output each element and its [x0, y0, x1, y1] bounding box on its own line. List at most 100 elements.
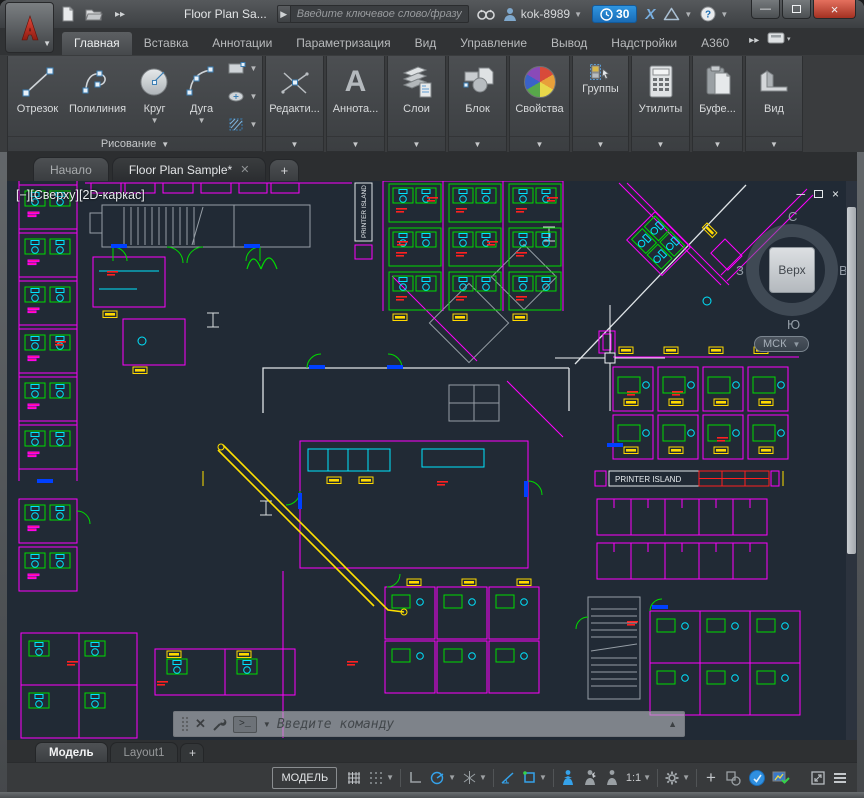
- layers-panel-caret[interactable]: ▼: [388, 136, 445, 151]
- exchange-apps-icon[interactable]: X: [645, 6, 655, 23]
- isodraft-caret-icon[interactable]: ▼: [479, 773, 487, 782]
- new-tab-button[interactable]: +: [269, 159, 299, 181]
- minimize-button[interactable]: —: [751, 0, 780, 19]
- selection-cycling-toggle[interactable]: [722, 767, 745, 789]
- close-button[interactable]: ×: [813, 0, 856, 19]
- command-history-toggle[interactable]: ▲: [668, 719, 677, 729]
- customize-wrench-icon[interactable]: [212, 717, 227, 732]
- search-binoculars-icon[interactable]: [477, 7, 495, 21]
- clipboard-panel-caret[interactable]: ▼: [693, 136, 742, 151]
- isolate-objects-button[interactable]: +: [700, 767, 722, 789]
- tab-home[interactable]: Главная: [62, 32, 132, 55]
- username-label[interactable]: kok-8989: [521, 7, 570, 21]
- fullscreen-button[interactable]: [807, 767, 829, 789]
- annotation-button[interactable]: A Аннота...: [328, 58, 383, 136]
- trial-days-badge[interactable]: 30: [592, 5, 637, 23]
- snap-mode-toggle[interactable]: ▼: [365, 767, 397, 789]
- command-close-icon[interactable]: ✕: [195, 716, 206, 732]
- autoscale-toggle[interactable]: [579, 767, 601, 789]
- groups-panel-caret[interactable]: ▼: [573, 136, 628, 151]
- tab-insert[interactable]: Вставка: [132, 32, 201, 55]
- arc-button[interactable]: Дуга ▼: [179, 58, 225, 136]
- grid-display-toggle[interactable]: [343, 767, 365, 789]
- view-button[interactable]: Вид: [747, 58, 801, 136]
- tab-manage[interactable]: Управление: [448, 32, 539, 55]
- hatch-button[interactable]: ▼: [227, 117, 258, 132]
- tab-close-icon[interactable]: ✕: [240, 163, 249, 176]
- graphics-performance-toggle[interactable]: [745, 767, 769, 789]
- ribbon-minimize-button[interactable]: ▾: [767, 31, 791, 49]
- model-tab[interactable]: Модель: [35, 742, 108, 762]
- tab-parametric[interactable]: Параметризация: [284, 32, 402, 55]
- clipboard-button[interactable]: Буфе...: [694, 58, 741, 136]
- command-bar-grip[interactable]: [181, 716, 189, 732]
- viewcube-south[interactable]: Ю: [787, 317, 800, 332]
- draw-panel-footer[interactable]: Рисование ▼: [8, 136, 262, 151]
- layers-button[interactable]: Слои: [389, 58, 444, 136]
- arc-caret-icon[interactable]: ▼: [198, 116, 206, 125]
- search-input[interactable]: [291, 5, 469, 23]
- workspace-switching-button[interactable]: ▼: [661, 767, 693, 789]
- recent-commands-caret-icon[interactable]: ▼: [263, 720, 271, 729]
- ortho-toggle[interactable]: [404, 767, 426, 789]
- circle-caret-icon[interactable]: ▼: [151, 116, 159, 125]
- viewcube-top-face[interactable]: Верх: [769, 247, 815, 293]
- annotation-visibility-toggle[interactable]: [557, 767, 579, 789]
- vp-restore-icon[interactable]: [814, 190, 823, 198]
- viewcube-west[interactable]: З: [736, 263, 744, 278]
- circle-button[interactable]: Круг ▼: [131, 58, 179, 136]
- command-line-bar[interactable]: ✕ >_ ▼ Введите команду ▲: [173, 711, 685, 737]
- help-button[interactable]: ?: [700, 6, 716, 22]
- utilities-panel-caret[interactable]: ▼: [632, 136, 689, 151]
- tab-addins[interactable]: Надстройки: [599, 32, 689, 55]
- customization-button[interactable]: [829, 767, 851, 789]
- viewcube[interactable]: С З В Ю Верх МСК ▼: [738, 211, 846, 361]
- properties-button[interactable]: Свойства: [511, 58, 568, 136]
- groups-button[interactable]: Группы: [574, 58, 627, 136]
- tab-a360[interactable]: A360: [689, 32, 741, 55]
- recent-commands-button[interactable]: >_: [233, 716, 257, 733]
- help-caret-icon[interactable]: ▼: [720, 10, 728, 19]
- workspace-caret-icon[interactable]: ▼: [682, 773, 690, 782]
- polyline-button[interactable]: Полилиния: [65, 58, 131, 136]
- utilities-button[interactable]: Утилиты: [633, 58, 688, 136]
- layout1-tab[interactable]: Layout1: [110, 742, 179, 762]
- isodraft-toggle[interactable]: ▼: [459, 767, 490, 789]
- modify-panel-caret[interactable]: ▼: [266, 136, 323, 151]
- polar-caret-icon[interactable]: ▼: [448, 773, 456, 782]
- line-button[interactable]: Отрезок: [11, 58, 65, 136]
- user-menu-caret-icon[interactable]: ▼: [574, 10, 582, 19]
- scale-caret-icon[interactable]: ▼: [643, 773, 651, 782]
- osnap-caret-icon[interactable]: ▼: [539, 773, 547, 782]
- scrollbar-thumb[interactable]: [847, 207, 856, 554]
- snap-caret-icon[interactable]: ▼: [386, 773, 394, 782]
- floor-plan-drawing[interactable]: PRINTER ISLAND PRINTER ISLAND: [7, 181, 846, 740]
- qat-expand-button[interactable]: ▸▸: [110, 5, 130, 23]
- annotation-panel-caret[interactable]: ▼: [327, 136, 384, 151]
- block-button[interactable]: Блок: [450, 58, 505, 136]
- a360-icon[interactable]: [663, 7, 680, 21]
- block-panel-caret[interactable]: ▼: [449, 136, 506, 151]
- new-file-button[interactable]: [58, 5, 78, 23]
- a360-caret-icon[interactable]: ▼: [684, 10, 692, 19]
- modify-button[interactable]: Редакти...: [267, 58, 322, 136]
- new-layout-button[interactable]: +: [180, 743, 204, 762]
- annotation-scale-value[interactable]: 1:1 ▼: [623, 767, 654, 789]
- file-tab-document[interactable]: Floor Plan Sample* ✕: [112, 157, 267, 181]
- signin-user-icon[interactable]: [503, 7, 517, 22]
- tab-annotate[interactable]: Аннотации: [200, 32, 284, 55]
- properties-panel-caret[interactable]: ▼: [510, 136, 569, 151]
- tab-output[interactable]: Вывод: [539, 32, 599, 55]
- search-go-button[interactable]: ▶: [277, 5, 291, 23]
- tab-overflow-icon[interactable]: ▸▸: [749, 35, 759, 46]
- object-snap-tracking-toggle[interactable]: [497, 767, 519, 789]
- ellipse-button[interactable]: ▼: [227, 90, 258, 103]
- annotation-scale-person-icon[interactable]: [601, 767, 623, 789]
- open-file-button[interactable]: [84, 5, 104, 23]
- maximize-button[interactable]: [782, 0, 811, 19]
- hardware-acceleration-button[interactable]: [769, 767, 793, 789]
- file-tab-start[interactable]: Начало: [33, 157, 109, 181]
- model-space-canvas[interactable]: [−][Сверху][2D-каркас] ─ ×: [7, 181, 857, 740]
- model-space-toggle[interactable]: МОДЕЛЬ: [272, 767, 337, 789]
- rectangle-button[interactable]: ▼: [227, 62, 258, 75]
